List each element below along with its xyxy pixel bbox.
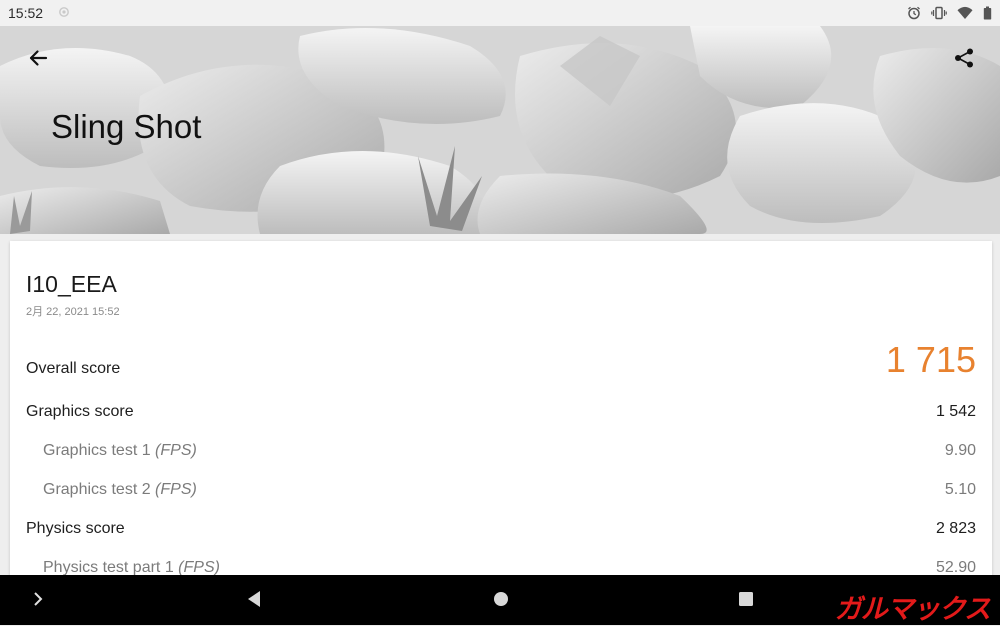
physics-score-row: Physics score 2 823 xyxy=(10,513,992,543)
fps-unit: (FPS) xyxy=(178,559,220,576)
nav-recents-button[interactable] xyxy=(732,587,760,611)
graphics-test-2-label: Graphics test 2 (FPS) xyxy=(43,481,197,498)
vibrate-icon xyxy=(931,6,947,20)
recents-square-icon xyxy=(739,592,753,606)
battery-icon xyxy=(983,6,992,20)
graphics-score-label: Graphics score xyxy=(26,403,134,420)
device-name: I10_EEA xyxy=(26,271,117,297)
status-bar: 15:52 xyxy=(0,0,1000,26)
graphics-test-2-row: Graphics test 2 (FPS) 5.10 xyxy=(10,474,992,504)
navigation-bar: ガルマックス xyxy=(0,575,1000,625)
arrow-left-icon xyxy=(29,50,48,66)
status-time: 15:52 xyxy=(8,5,44,21)
overall-score-value: 1 715 xyxy=(885,339,976,380)
page-title: Sling Shot xyxy=(51,108,202,145)
fps-unit: (FPS) xyxy=(155,442,197,459)
alarm-icon xyxy=(908,6,920,20)
home-circle-icon xyxy=(494,592,508,606)
graphics-test-1-value: 9.90 xyxy=(944,442,976,459)
chevron-right-icon xyxy=(34,592,43,606)
status-icons xyxy=(907,5,992,21)
back-button[interactable] xyxy=(20,40,56,76)
physics-score-value: 2 823 xyxy=(935,520,976,537)
graphics-score-value: 1 542 xyxy=(935,403,976,420)
graphics-score-row: Graphics score 1 542 xyxy=(10,396,992,426)
graphics-test-1-label: Graphics test 1 (FPS) xyxy=(43,442,197,459)
back-triangle-icon xyxy=(248,591,260,607)
header-banner: Sling Shot xyxy=(0,26,1000,234)
share-icon xyxy=(955,48,973,68)
overall-score-label: Overall score xyxy=(26,360,121,377)
wifi-icon xyxy=(957,6,973,19)
share-button[interactable] xyxy=(946,40,982,76)
physics-score-label: Physics score xyxy=(26,520,125,537)
run-date: 2月 22, 2021 15:52 xyxy=(26,306,120,318)
nav-expand-button[interactable] xyxy=(26,587,50,611)
nav-home-button[interactable] xyxy=(487,587,515,611)
overall-score-row: Overall score 1 715 xyxy=(10,339,992,383)
result-card: I10_EEA 2月 22, 2021 15:52 Overall score … xyxy=(10,241,992,601)
graphics-test-1-row: Graphics test 1 (FPS) 9.90 xyxy=(10,435,992,465)
watermark-logo: ガルマックス xyxy=(834,594,991,625)
graphics-test-2-value: 5.10 xyxy=(944,481,976,498)
nav-back-button[interactable] xyxy=(240,587,268,611)
fps-unit: (FPS) xyxy=(155,481,197,498)
settings-icon xyxy=(59,7,69,17)
